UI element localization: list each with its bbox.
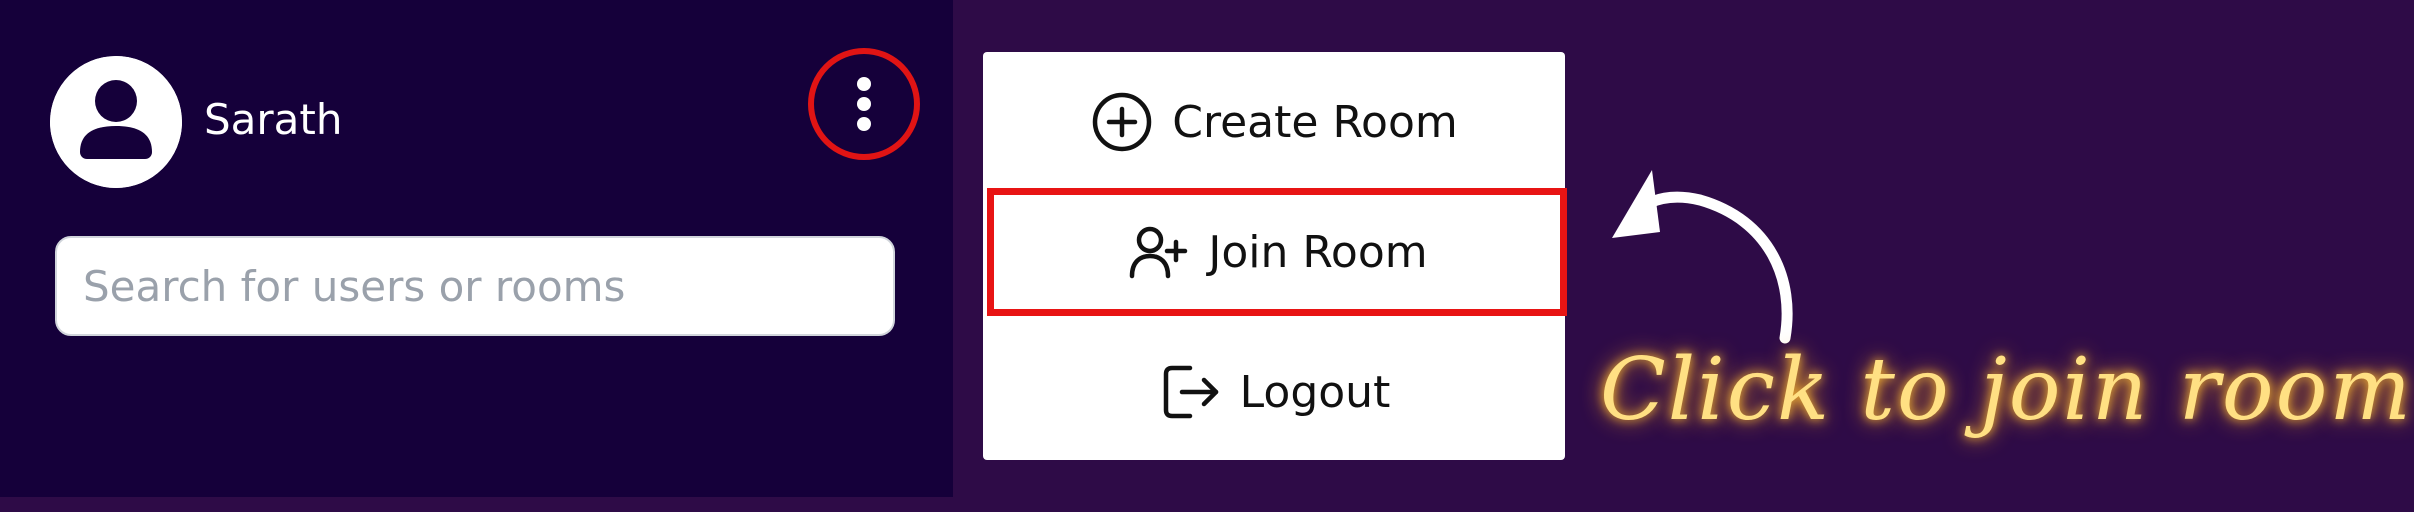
join-room-label: Join Room [1208, 226, 1428, 278]
create-room-menu-item[interactable]: Create Room [983, 87, 1565, 157]
curved-arrow-icon [1612, 170, 1793, 344]
create-room-label: Create Room [1172, 96, 1458, 148]
annotation-text: Click to join room [1600, 340, 2413, 440]
user-plus-icon [1130, 226, 1188, 279]
avatar[interactable] [50, 56, 182, 188]
logout-label: Logout [1239, 366, 1391, 418]
join-room-menu-item[interactable]: Join Room [987, 188, 1567, 316]
logout-icon [1163, 365, 1218, 419]
user-icon [50, 56, 182, 188]
dropdown-menu: Create Room Join Room Logout [983, 52, 1567, 460]
username: Sarath [204, 95, 343, 144]
plus-circle-icon [1093, 92, 1152, 152]
kebab-menu-icon [857, 77, 871, 131]
sidebar-panel: Sarath [0, 0, 953, 497]
menu-button[interactable] [808, 48, 920, 160]
logout-menu-item[interactable]: Logout [983, 357, 1565, 427]
search-input[interactable] [55, 236, 895, 336]
